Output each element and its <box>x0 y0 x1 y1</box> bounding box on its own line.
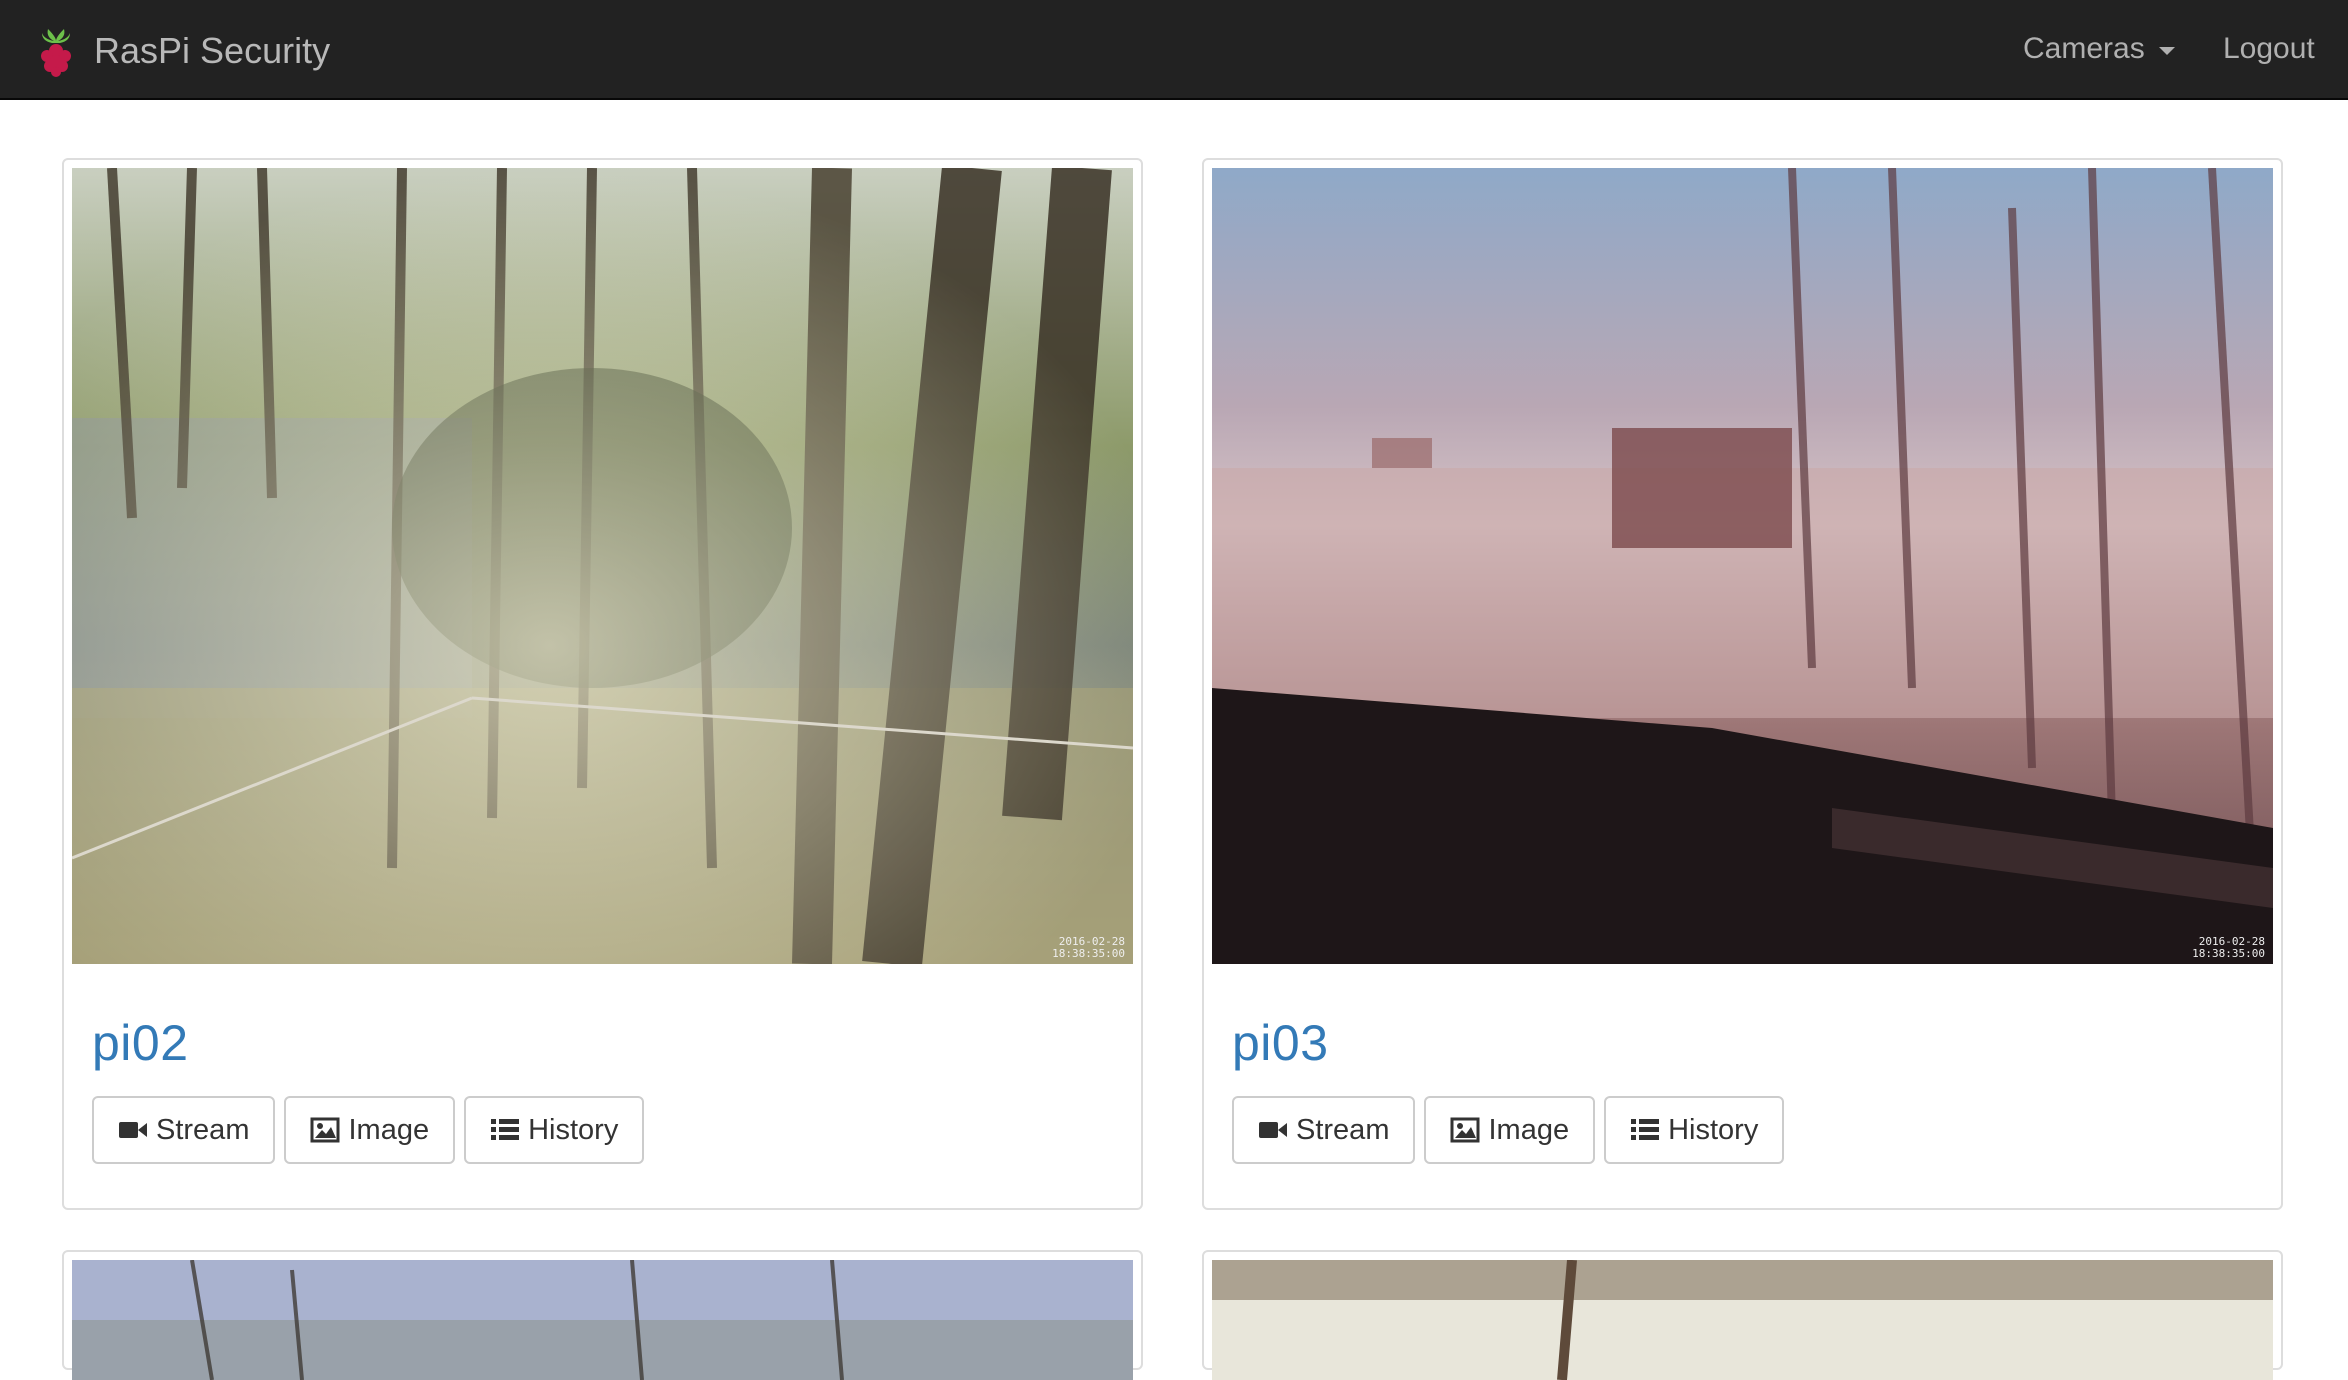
camera-snapshot[interactable]: 2016-02-28 18:38:35:00 <box>72 168 1133 964</box>
history-label: History <box>1668 1113 1759 1146</box>
logout-link[interactable]: Logout <box>2223 0 2315 98</box>
image-label: Image <box>348 1113 430 1146</box>
camera-card <box>62 1250 1143 1380</box>
navbar: RasPi Security Cameras Logout <box>0 0 2348 100</box>
stream-button[interactable]: Stream <box>92 1096 276 1164</box>
image-button[interactable]: Image <box>284 1096 456 1164</box>
image-button[interactable]: Image <box>1424 1096 1596 1164</box>
list-icon <box>491 1119 520 1140</box>
brand-title: RasPi Security <box>94 30 331 71</box>
camera-card-pi02: 2016-02-28 18:38:35:00 pi02 Stream Image <box>62 158 1143 1210</box>
caret-down-icon <box>2158 47 2175 55</box>
camera-card-pi03: 2016-02-28 18:38:35:00 pi03 Stream Image <box>1202 158 2283 1210</box>
stream-label: Stream <box>156 1113 250 1146</box>
brand[interactable]: RasPi Security <box>36 26 331 77</box>
list-icon <box>1631 1119 1660 1140</box>
camera-name[interactable]: pi03 <box>1232 1018 1329 1068</box>
camera-name[interactable]: pi02 <box>92 1018 189 1068</box>
stream-button[interactable]: Stream <box>1232 1096 1416 1164</box>
camera-snapshot[interactable]: 2016-02-28 18:38:35:00 <box>1212 168 2273 964</box>
cameras-dropdown[interactable]: Cameras <box>2023 0 2175 98</box>
history-button[interactable]: History <box>1604 1096 1785 1164</box>
cameras-label: Cameras <box>2023 32 2145 65</box>
camera-snapshot[interactable] <box>1212 1260 2273 1380</box>
video-camera-icon <box>1259 1122 1287 1138</box>
stream-label: Stream <box>1296 1113 1390 1146</box>
camera-snapshot[interactable] <box>72 1260 1133 1380</box>
history-button[interactable]: History <box>464 1096 645 1164</box>
picture-icon <box>310 1117 340 1143</box>
camera-card <box>1202 1250 2283 1380</box>
timestamp-overlay: 2016-02-28 18:38:35:00 <box>2192 935 2265 960</box>
logout-label: Logout <box>2223 32 2315 65</box>
raspberry-icon <box>41 29 71 77</box>
video-camera-icon <box>119 1122 147 1138</box>
timestamp-overlay: 2016-02-28 18:38:35:00 <box>1052 935 1125 960</box>
picture-icon <box>1450 1117 1480 1143</box>
history-label: History <box>528 1113 619 1146</box>
image-label: Image <box>1488 1113 1570 1146</box>
